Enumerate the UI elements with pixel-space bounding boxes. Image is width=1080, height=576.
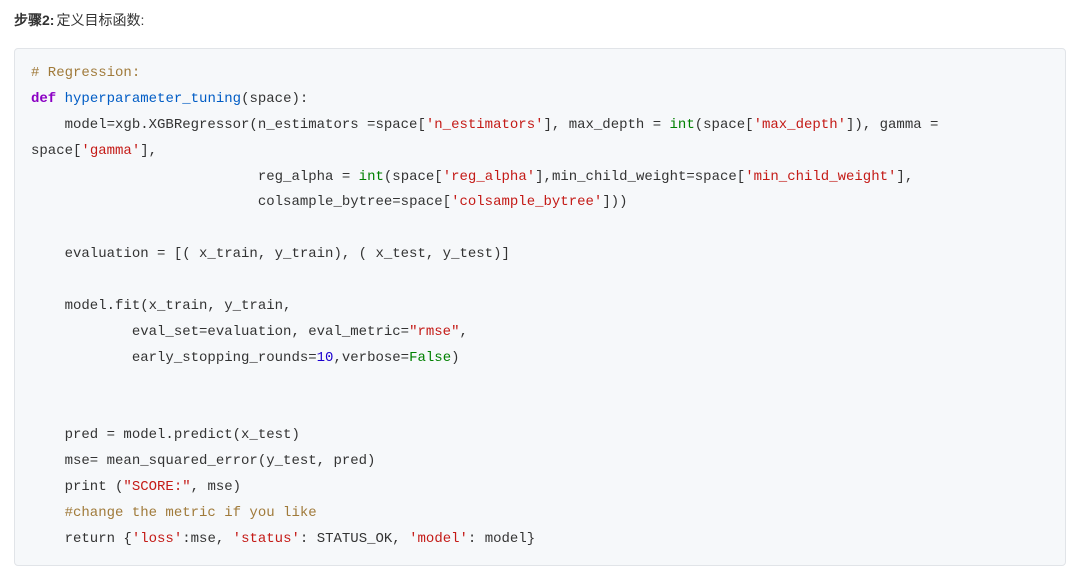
code-keyword: def	[31, 91, 56, 107]
step-description: 定义目标函数:	[56, 12, 144, 28]
code-text: mse= mean_squared_error(y_test, pred)	[31, 453, 375, 469]
code-string: 'gamma'	[81, 143, 140, 159]
code-text: space[	[392, 169, 442, 185]
code-text: )	[451, 350, 459, 366]
code-text: model.fit(x_train, y_train,	[31, 298, 291, 314]
code-text: ], max_depth =	[544, 117, 670, 133]
code-number: 10	[317, 350, 334, 366]
code-text: ]))	[602, 194, 627, 210]
code-string: 'status'	[233, 531, 300, 547]
code-text	[31, 194, 258, 210]
step-label: 步骤2:	[14, 12, 54, 28]
code-text: colsample_bytree=space[	[258, 194, 451, 210]
code-text: ,verbose=	[333, 350, 409, 366]
code-string: 'min_child_weight'	[745, 169, 896, 185]
code-text: ]	[535, 169, 543, 185]
code-string: 'colsample_bytree'	[451, 194, 602, 210]
code-text: (	[695, 117, 703, 133]
code-comment: #change the metric if you like	[31, 505, 317, 521]
code-text	[938, 117, 946, 133]
code-text: (space):	[241, 91, 308, 107]
code-text: early_stopping_rounds=	[31, 350, 317, 366]
code-funcname: hyperparameter_tuning	[65, 91, 241, 107]
code-string: 'reg_alpha'	[443, 169, 535, 185]
code-text: print	[31, 479, 115, 495]
code-builtin: int	[670, 117, 695, 133]
code-text: )	[854, 117, 862, 133]
code-text: ],	[896, 169, 913, 185]
code-text: , mse)	[191, 479, 241, 495]
code-text: space[	[703, 117, 753, 133]
code-text: ,min_child_weight=space[	[544, 169, 746, 185]
code-text: return	[31, 531, 123, 547]
code-text: model=xgb.XGBRegressor(n_estimators =spa…	[31, 117, 426, 133]
code-text: eval_set=evaluation, eval_metric=	[31, 324, 409, 340]
code-text: space[	[31, 143, 81, 159]
code-string: 'model'	[409, 531, 468, 547]
step-heading: 步骤2:定义目标函数:	[14, 10, 1066, 30]
code-builtin: int	[359, 169, 384, 185]
code-text: ,	[459, 324, 467, 340]
code-block[interactable]: # Regression: def hyperparameter_tuning(…	[14, 48, 1066, 566]
code-text: pred = model.predict(x_test)	[31, 427, 300, 443]
code-text	[31, 169, 258, 185]
code-comment: # Regression:	[31, 65, 140, 81]
code-text: :mse,	[182, 531, 232, 547]
code-builtin: False	[409, 350, 451, 366]
code-text: : model}	[468, 531, 535, 547]
code-text: {	[123, 531, 131, 547]
code-text: , gamma =	[863, 117, 939, 133]
code-text: evaluation = [( x_train, y_train), ( x_t…	[31, 246, 510, 262]
code-text: reg_alpha =	[258, 169, 359, 185]
code-text: : STATUS_OK,	[300, 531, 409, 547]
code-string: "SCORE:"	[123, 479, 190, 495]
code-string: 'loss'	[132, 531, 182, 547]
code-string: 'max_depth'	[754, 117, 846, 133]
code-string: "rmse"	[409, 324, 459, 340]
code-string: 'n_estimators'	[426, 117, 544, 133]
code-text: ],	[140, 143, 157, 159]
